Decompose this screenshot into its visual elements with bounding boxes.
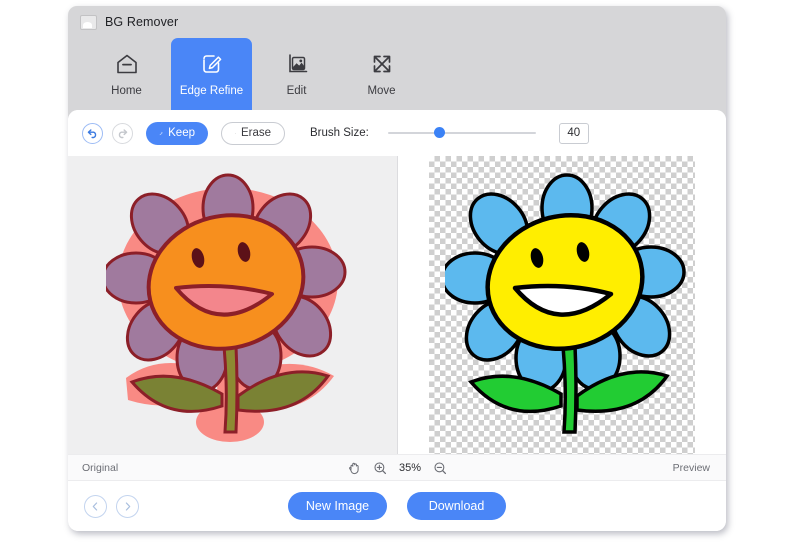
chevron-left-icon bbox=[92, 501, 98, 511]
nav-item-move[interactable]: Move bbox=[341, 38, 422, 110]
zoom-out-icon[interactable] bbox=[433, 461, 447, 475]
brush-size-label: Brush Size: bbox=[310, 127, 369, 139]
preview-image bbox=[398, 156, 727, 454]
brush-slider-track bbox=[387, 132, 536, 134]
image-icon bbox=[80, 14, 97, 30]
nav-item-move-label: Move bbox=[367, 85, 396, 97]
nav-item-home[interactable]: Home bbox=[86, 38, 167, 110]
move-icon bbox=[373, 55, 390, 73]
brush-erase-icon bbox=[235, 132, 236, 134]
nav-item-edit[interactable]: Edit bbox=[256, 38, 337, 110]
zoom-controls: 35% bbox=[68, 461, 726, 475]
edge-refine-icon bbox=[202, 55, 221, 73]
keep-button[interactable]: Keep bbox=[146, 121, 208, 145]
flower-preview-graphic bbox=[444, 173, 686, 434]
canvas-status-bar: Original 35% Preview bbox=[68, 454, 726, 481]
nav-bar: Home Edge Refine Edit Move bbox=[68, 38, 726, 110]
original-image bbox=[68, 156, 397, 454]
app-title: BG Remover bbox=[105, 15, 179, 29]
title-bar: BG Remover bbox=[68, 6, 726, 38]
nav-item-edge-refine[interactable]: Edge Refine bbox=[171, 38, 252, 110]
keep-button-label: Keep bbox=[168, 127, 195, 139]
image-pager bbox=[84, 494, 139, 518]
home-icon bbox=[116, 54, 137, 74]
undo-icon bbox=[87, 128, 97, 138]
original-label: Original bbox=[82, 461, 119, 474]
next-image-button[interactable] bbox=[116, 494, 139, 518]
erase-button[interactable]: Erase bbox=[221, 121, 285, 145]
chevron-right-icon bbox=[125, 501, 131, 511]
action-bar: New Image Download bbox=[68, 481, 726, 531]
redo-icon bbox=[118, 128, 128, 138]
download-button[interactable]: Download bbox=[407, 492, 506, 520]
edit-image-icon bbox=[288, 54, 307, 73]
primary-actions: New Image Download bbox=[68, 492, 726, 520]
content-area: Keep Erase Brush Size: 40 Original 35% P… bbox=[68, 110, 726, 531]
brush-size-slider[interactable] bbox=[387, 124, 536, 142]
nav-item-edge-refine-label: Edge Refine bbox=[179, 85, 244, 97]
hand-icon[interactable] bbox=[347, 461, 361, 475]
app-window: BG Remover Home Edge Refine Edit Move Ke… bbox=[68, 6, 726, 531]
previous-image-button[interactable] bbox=[84, 494, 107, 518]
canvas-area bbox=[68, 156, 726, 454]
flower-original-graphic bbox=[106, 173, 347, 442]
brush-slider-thumb[interactable] bbox=[433, 127, 445, 138]
original-canvas-pane[interactable] bbox=[68, 156, 397, 454]
zoom-in-icon[interactable] bbox=[373, 461, 387, 475]
new-image-button[interactable]: New Image bbox=[288, 492, 387, 520]
nav-item-home-label: Home bbox=[111, 85, 142, 97]
brush-keep-icon bbox=[159, 131, 163, 135]
undo-button[interactable] bbox=[82, 122, 103, 144]
brush-size-value[interactable]: 40 bbox=[558, 122, 589, 144]
zoom-level: 35% bbox=[398, 461, 422, 474]
erase-button-label: Erase bbox=[240, 127, 271, 139]
preview-label: Preview bbox=[672, 461, 710, 474]
preview-canvas-pane[interactable] bbox=[397, 156, 727, 454]
nav-item-edit-label: Edit bbox=[286, 85, 307, 97]
redo-button[interactable] bbox=[112, 122, 133, 144]
edit-toolbar: Keep Erase Brush Size: 40 bbox=[68, 110, 726, 156]
